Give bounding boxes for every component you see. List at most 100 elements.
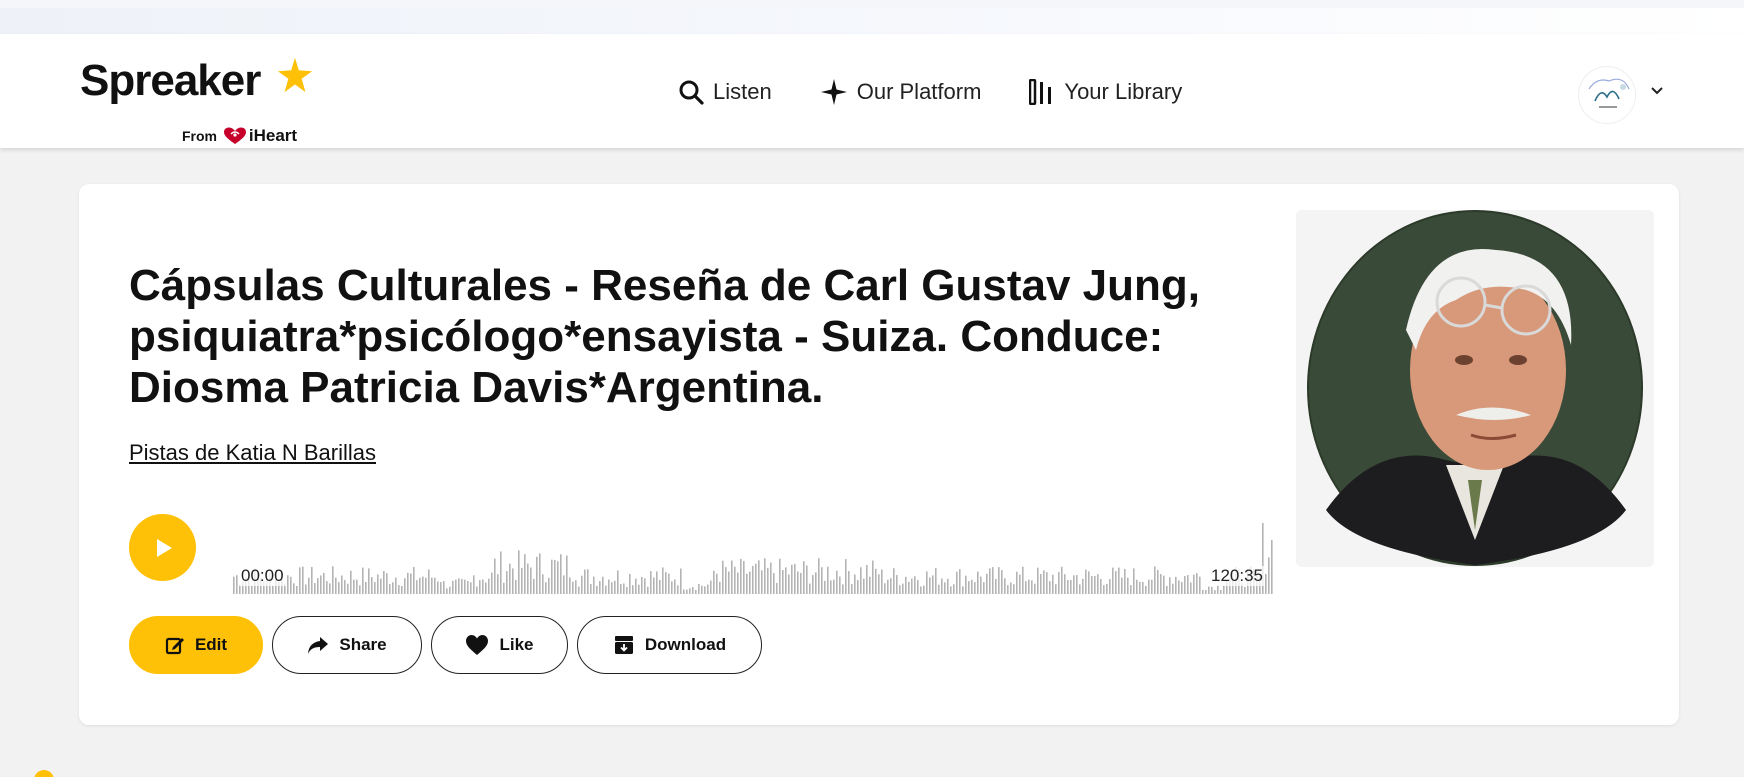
download-icon <box>614 636 633 654</box>
sparkle-icon <box>820 79 847 105</box>
waveform-bar <box>710 580 712 594</box>
floating-indicator <box>34 770 54 777</box>
play-button[interactable] <box>129 514 196 581</box>
waveform-bar <box>989 568 991 594</box>
iheart-logo-icon <box>223 127 246 144</box>
waveform-bar <box>899 585 901 594</box>
waveform-bar <box>1223 585 1225 594</box>
waveform-bar <box>650 571 652 594</box>
waveform-bar <box>461 578 463 594</box>
waveform-bar <box>731 560 733 594</box>
share-button[interactable]: Share <box>272 616 422 674</box>
episode-author-link[interactable]: Pistas de Katia N Barillas <box>129 440 376 466</box>
waveform-bar <box>1109 579 1111 594</box>
waveform-bar <box>983 582 985 594</box>
waveform-bar <box>1244 586 1246 594</box>
download-button[interactable]: Download <box>577 616 762 674</box>
edit-button[interactable]: Edit <box>129 616 263 674</box>
waveform-bar <box>944 582 946 594</box>
waveform-bar <box>668 573 670 594</box>
nav-your-library[interactable]: Your Library <box>1029 79 1182 105</box>
waveform-bar <box>497 574 499 594</box>
nav-listen[interactable]: Listen <box>678 79 772 105</box>
waveform-bar <box>842 584 844 594</box>
waveform-bar <box>458 578 460 594</box>
current-time: 00:00 <box>239 566 286 586</box>
waveform-bar <box>818 558 820 594</box>
waveform-bar <box>671 581 673 594</box>
waveform-bar <box>1028 579 1030 594</box>
waveform-bar <box>926 571 928 594</box>
waveform-bar <box>488 578 490 594</box>
waveform-bar <box>833 579 835 594</box>
waveform-bar <box>596 585 598 594</box>
waveform-bar <box>1097 574 1099 594</box>
nav-our-platform[interactable]: Our Platform <box>820 78 981 106</box>
download-label: Download <box>644 635 727 654</box>
logo-from-text: From <box>182 128 217 144</box>
waveform-bar <box>938 584 940 594</box>
waveform-bar <box>509 563 511 594</box>
waveform-bar <box>836 570 838 594</box>
waveform-bar <box>992 567 994 594</box>
waveform-bar <box>749 571 751 594</box>
user-avatar[interactable] <box>1578 66 1636 124</box>
waveform-bar <box>314 583 316 594</box>
waveform-bar <box>1022 566 1024 594</box>
nav-listen-label: Listen <box>713 79 772 104</box>
waveform-bar <box>827 566 829 594</box>
waveform-bar <box>761 570 763 594</box>
waveform-bar <box>665 571 667 594</box>
episode-actions: Edit Share Like Download <box>129 616 771 674</box>
waveform-bar <box>563 575 565 594</box>
waveform-bar <box>602 576 604 594</box>
waveform-bar <box>566 555 568 594</box>
waveform-bar <box>1268 557 1270 594</box>
waveform-bar <box>686 589 688 594</box>
waveform-bar <box>764 558 766 594</box>
waveform-bar <box>719 581 721 594</box>
waveform-bar <box>641 576 643 594</box>
chevron-down-icon[interactable] <box>1650 84 1664 98</box>
like-button[interactable]: Like <box>431 616 568 674</box>
waveform-bar <box>368 568 370 594</box>
waveform-bar <box>953 584 955 594</box>
waveform-bar <box>752 566 754 594</box>
waveform-bar <box>1103 585 1105 594</box>
waveform-bar <box>878 574 880 594</box>
waveform-bar <box>1034 583 1036 594</box>
waveform-bar <box>755 563 757 594</box>
waveform-bar <box>395 577 397 594</box>
waveform-bar <box>950 586 952 594</box>
waveform-bar <box>533 578 535 594</box>
waveform-bar <box>1211 586 1213 594</box>
waveform-bar <box>434 577 436 594</box>
waveform-bar <box>443 581 445 594</box>
waveform-bar <box>587 569 589 594</box>
waveform-bar <box>1007 585 1009 594</box>
waveform-bar <box>470 582 472 594</box>
waveform-bar <box>1136 579 1138 594</box>
waveform-bar <box>959 569 961 594</box>
waveform-bar <box>1214 590 1216 594</box>
waveform-bar <box>338 582 340 594</box>
waveform-bar <box>872 560 874 594</box>
waveform-bar <box>614 580 616 594</box>
waveform-bar <box>545 582 547 594</box>
heart-icon <box>466 635 489 655</box>
spreaker-logo[interactable]: Spreaker From iHeart <box>80 56 320 145</box>
waveform-bar <box>341 575 343 594</box>
waveform-bar <box>929 577 931 594</box>
waveform-bar <box>335 577 337 594</box>
waveform-bar <box>1043 570 1045 594</box>
waveform-bar <box>644 578 646 594</box>
library-icon <box>1029 79 1052 105</box>
waveform-bar <box>575 580 577 594</box>
waveform-bar <box>1067 579 1069 594</box>
waveform-bar <box>272 585 274 594</box>
audio-waveform[interactable] <box>233 514 1274 594</box>
like-label: Like <box>499 635 534 654</box>
waveform-bar <box>353 579 355 594</box>
top-navbar: Spreaker From iHeart Listen Our Platform… <box>0 34 1744 148</box>
waveform-bar <box>965 575 967 594</box>
